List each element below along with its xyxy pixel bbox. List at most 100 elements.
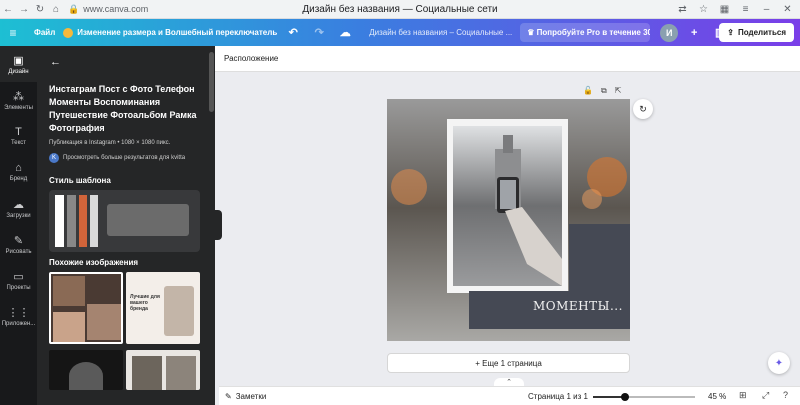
- redo-icon[interactable]: ↷: [309, 26, 329, 39]
- rail-item-label: Проекты: [6, 284, 31, 291]
- thumb-photo: [53, 312, 85, 342]
- thumb-caption: Лучшие для вашего бренда: [130, 294, 160, 312]
- template-panel: ← Инстаграм Пост с Фото Телефон Моменты …: [37, 46, 208, 405]
- style-heading: Стиль шаблона: [49, 176, 111, 185]
- design-canvas[interactable]: МОМЕНТЫ...: [387, 99, 630, 341]
- editor-topbar: ≡ Файл Изменение размера и Волшебный пер…: [0, 19, 800, 46]
- palette-swatch-3: [79, 195, 87, 247]
- collapse-panel-handle[interactable]: [214, 210, 222, 240]
- similar-thumb-1[interactable]: [49, 272, 123, 344]
- side-rail: ▣ Дизайн ⁂ Элементы T Текст ⌂ Бренд ☁ Загрузки ✎ Ри…: [0, 46, 37, 405]
- text-icon: T: [15, 126, 22, 138]
- zoom-slider-knob[interactable]: [620, 393, 629, 401]
- similar-heading: Похожие изображения: [49, 258, 139, 267]
- share-icon: ⇪: [727, 28, 734, 37]
- lock-icon: 🔒: [68, 3, 80, 14]
- crown-icon: [63, 27, 74, 38]
- apps-icon: ⋮⋮: [7, 306, 30, 319]
- rail-item-design[interactable]: ▣ Дизайн: [0, 46, 37, 82]
- share-button[interactable]: ⇪ Поделиться: [719, 23, 794, 42]
- rail-item-apps[interactable]: ⋮⋮ Приложен...: [0, 298, 37, 334]
- palette-swatch-1: [55, 195, 64, 247]
- undo-icon[interactable]: ↶: [283, 26, 303, 39]
- thumb-photo: [69, 362, 103, 390]
- minimize-icon[interactable]: –: [758, 1, 775, 17]
- back-icon[interactable]: ←: [0, 1, 16, 17]
- workspace: Расположение 🔓 ⧉ ⇱ МОМЕНТЫ... ↻ + Еще 1 …: [215, 46, 800, 386]
- file-menu[interactable]: Файл: [34, 28, 55, 37]
- url-text: www.canva.com: [83, 4, 149, 14]
- author-avatar: K: [49, 153, 59, 163]
- position-tab[interactable]: Расположение: [215, 46, 800, 72]
- lock-page-icon[interactable]: 🔓: [583, 86, 593, 96]
- rail-item-elements[interactable]: ⁂ Элементы: [0, 82, 37, 118]
- rail-item-folder[interactable]: ▭ Проекты: [0, 262, 37, 298]
- close-window-icon[interactable]: ✕: [779, 1, 796, 17]
- palette-swatch-4: [90, 195, 98, 247]
- address-bar[interactable]: 🔒 www.canva.com: [68, 4, 148, 15]
- duplicate-page-icon[interactable]: ⧉: [601, 86, 607, 96]
- thumb-photo: [164, 286, 194, 336]
- thumb-photo: [166, 356, 196, 390]
- notes-icon: ✎: [225, 392, 232, 401]
- hamburger-icon[interactable]: ≡: [0, 26, 26, 40]
- draw-icon: ✎: [13, 234, 24, 247]
- magic-assistant-icon[interactable]: ✦: [768, 352, 790, 374]
- rail-item-label: Бренд: [9, 176, 28, 182]
- rail-item-label: Рисовать: [5, 248, 32, 255]
- forward-icon[interactable]: →: [16, 1, 32, 17]
- upload-icon: ☁: [13, 198, 24, 211]
- regenerate-icon[interactable]: ↻: [633, 99, 653, 119]
- help-icon[interactable]: ?: [783, 390, 788, 400]
- try-pro-button[interactable]: ♛ Попробуйте Pro в течение 30 ...: [520, 23, 651, 42]
- refresh-icon[interactable]: ↻: [32, 1, 48, 17]
- brand-icon: ⌂: [15, 162, 22, 174]
- add-page-button[interactable]: + Еще 1 страница: [387, 353, 630, 373]
- template-style-card[interactable]: [49, 190, 200, 252]
- page-indicator[interactable]: Страница 1 из 1: [528, 392, 588, 401]
- template-subtitle: Публикация в Instagram • 1080 × 1080 пик…: [49, 140, 171, 146]
- rail-item-label: Дизайн: [8, 68, 29, 75]
- similar-thumb-4[interactable]: [126, 350, 200, 390]
- rail-item-label: Текст: [10, 140, 27, 146]
- rail-item-upload[interactable]: ☁ Загрузки: [0, 190, 37, 226]
- document-title[interactable]: Дизайн без названия – Социальные ...: [369, 28, 514, 37]
- elements-icon: ⁂: [13, 90, 24, 103]
- template-title: Инстаграм Пост с Фото Телефон Моменты Во…: [49, 84, 197, 133]
- similar-thumb-2[interactable]: Лучшие для вашего бренда: [126, 272, 200, 344]
- zoom-value[interactable]: 45 %: [708, 392, 726, 401]
- avatar[interactable]: И: [660, 23, 679, 42]
- cloud-save-icon[interactable]: ☁: [335, 26, 355, 39]
- extension-icon[interactable]: ▦: [716, 1, 733, 17]
- plus-icon[interactable]: +: [684, 27, 704, 39]
- grid-view-icon[interactable]: ⊞: [739, 390, 747, 401]
- home-icon[interactable]: ⌂: [48, 1, 64, 17]
- bottom-bar: ✎ Заметки Страница 1 из 1 45 % ⊞ ⤢ ?: [219, 386, 800, 405]
- notes-button[interactable]: ✎ Заметки: [225, 392, 266, 401]
- scroll-thumb[interactable]: [209, 52, 214, 112]
- back-arrow-icon[interactable]: ←: [50, 56, 61, 68]
- browser-toolbar: ← → ↻ ⌂ 🔒 www.canva.com Дизайн без назва…: [0, 0, 800, 19]
- author-link[interactable]: K Просмотреть больше результатов для kvi…: [49, 153, 185, 163]
- add-page-icon[interactable]: ⇱: [615, 86, 622, 96]
- design-icon: ▣: [13, 54, 24, 67]
- palette-swatch-2: [67, 195, 76, 247]
- rail-item-label: Элементы: [4, 104, 33, 111]
- fullscreen-icon[interactable]: ⤢: [762, 390, 769, 401]
- canvas-text[interactable]: МОМЕНТЫ...: [533, 299, 623, 313]
- rail-item-draw[interactable]: ✎ Рисовать: [0, 226, 37, 262]
- rail-item-label: Приложен...: [1, 320, 36, 327]
- rail-item-label: Загрузки: [6, 212, 31, 219]
- similar-thumb-3[interactable]: [49, 350, 123, 390]
- palette-swatch-5: [107, 204, 189, 236]
- translate-icon[interactable]: ⇄: [674, 1, 691, 17]
- zoom-slider[interactable]: [593, 393, 695, 401]
- thumb-photo: [132, 356, 162, 390]
- rail-item-text[interactable]: T Текст: [0, 118, 37, 154]
- bookmark-icon[interactable]: ☆: [695, 1, 712, 17]
- folder-icon: ▭: [13, 270, 24, 283]
- resize-button[interactable]: Изменение размера и Волшебный переключат…: [63, 27, 277, 38]
- thumb-photo: [53, 276, 85, 306]
- rail-item-brand[interactable]: ⌂ Бренд: [0, 154, 37, 190]
- menu-icon[interactable]: ≡: [737, 1, 754, 17]
